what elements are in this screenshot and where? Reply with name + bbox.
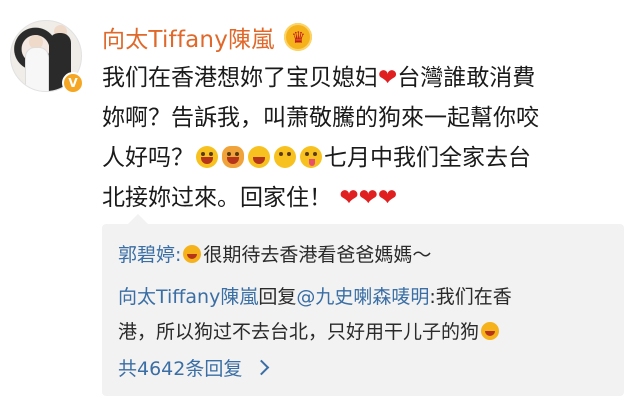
smirk-emoji-icon <box>274 146 296 168</box>
mention-link[interactable]: @九史喇森唛明 <box>296 286 429 308</box>
heart-icon: ❤ <box>378 65 398 91</box>
crown-badge-icon[interactable]: ♛ <box>284 23 313 51</box>
verified-v-icon: V <box>62 72 84 94</box>
tongue-out-emoji-icon <box>300 146 322 168</box>
username-link[interactable]: 向太Tiffany陳嵐 <box>102 20 274 54</box>
comment-author-link[interactable]: 郭碧婷: <box>118 244 181 266</box>
heart-icon: ❤ <box>358 185 378 211</box>
chevron-right-icon <box>254 359 270 376</box>
comment-preview-box: 郭碧婷: 很期待去香港看爸爸媽媽～ 向太Tiffany陳嵐回复@九史喇森唛明:我们… <box>102 214 624 396</box>
laughing-emoji-icon <box>196 146 218 168</box>
post-body: 我们在香港想妳了宝贝媳妇❤台灣誰敢消費 妳啊？告訴我，叫萧敬騰的狗來一起幫你咬 … <box>102 58 622 218</box>
post-header: 向太Tiffany陳嵐 ♛ <box>102 20 313 54</box>
heart-face-emoji-icon <box>183 245 202 263</box>
post-line-2: 妳啊？告訴我，叫萧敬騰的狗來一起幫你咬 <box>102 105 539 131</box>
dog-emoji-icon <box>222 146 244 168</box>
comment-1: 郭碧婷: 很期待去香港看爸爸媽媽～ <box>118 244 432 266</box>
heart-icon: ❤ <box>377 185 398 211</box>
comment-author-link[interactable]: 向太Tiffany陳嵐 <box>118 286 258 308</box>
grinning-squint-emoji-icon <box>248 146 270 168</box>
comment-2: 向太Tiffany陳嵐回复@九史喇森唛明:我们在香 <box>118 286 512 308</box>
post-line-4: 北接妳过來。回家住！ ❤❤❤ <box>102 185 398 211</box>
post-line-1: 我们在香港想妳了宝贝媳妇❤台灣誰敢消費 <box>102 65 536 91</box>
more-replies-link[interactable]: 共4642条回复 <box>118 354 270 384</box>
grinning-squint-emoji-icon <box>481 322 500 340</box>
post-line-3: 人好吗？ 七月中我们全家去台 <box>102 145 531 171</box>
comment-2-continued: 港，所以狗过不去台北，只好用干儿子的狗 <box>118 317 501 347</box>
post-avatar[interactable]: V <box>10 20 84 94</box>
heart-icon: ❤ <box>339 185 359 211</box>
